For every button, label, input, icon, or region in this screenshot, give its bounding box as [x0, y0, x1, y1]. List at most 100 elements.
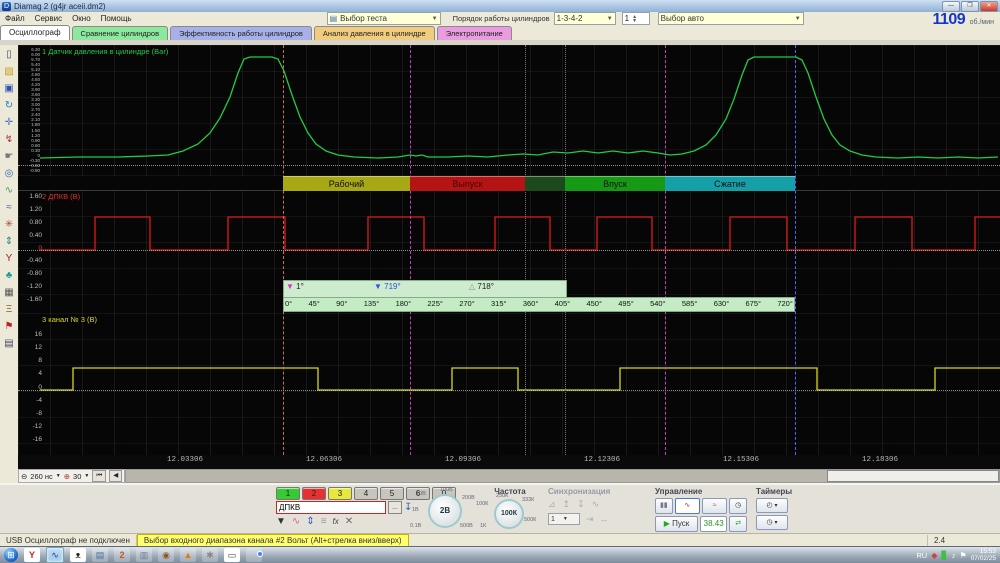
- chevron-down-icon[interactable]: ▼: [84, 473, 89, 479]
- trigger-fall-icon[interactable]: ↧: [577, 499, 585, 510]
- wave-tool-icon[interactable]: ∿: [292, 516, 300, 527]
- tab-oscilloscope[interactable]: Осциллограф: [0, 25, 70, 40]
- diamag-app-icon[interactable]: ∿: [46, 547, 64, 563]
- pause-button[interactable]: ▮▮: [655, 498, 673, 514]
- tray-shield-icon[interactable]: ◆: [931, 551, 937, 560]
- tab-cylinder-efficiency[interactable]: Эффективность работы цилиндров: [170, 26, 312, 40]
- refresh-icon[interactable]: ↻: [2, 98, 17, 113]
- alarm-clock-button[interactable]: ◷: [729, 498, 747, 514]
- channel-button[interactable]: 1: [276, 487, 300, 500]
- cursor-blue[interactable]: [795, 45, 796, 455]
- menu-file[interactable]: Файл: [0, 14, 30, 23]
- hand-pan-icon[interactable]: ☛: [2, 149, 17, 164]
- vlc-icon[interactable]: ▲: [180, 548, 196, 562]
- cursor-magenta-1[interactable]: [410, 45, 411, 455]
- curves-icon[interactable]: ↯: [2, 132, 17, 147]
- taskbar-clock[interactable]: 15:53 07/02/25: [971, 548, 996, 562]
- channel-button[interactable]: 2: [302, 487, 326, 500]
- sync-source-combo[interactable]: 1▼: [548, 513, 580, 525]
- tray-chart-icon[interactable]: ▊: [941, 551, 947, 560]
- auto-select-combo[interactable]: Выбор авто▼: [658, 12, 804, 25]
- diamag2-app-icon[interactable]: 2: [114, 548, 130, 562]
- go-first-button[interactable]: ⏮: [92, 470, 106, 482]
- save-icon[interactable]: ▣: [2, 81, 17, 96]
- oscilloscope-display[interactable]: 1 Датчик давления в цилиндре (Bar) 6.306…: [18, 45, 1000, 483]
- sine-mode-button[interactable]: ∿: [675, 498, 700, 514]
- marker-1deg[interactable]: ▼ 1°: [286, 282, 304, 291]
- cursor-orange[interactable]: [283, 45, 284, 455]
- channel-button[interactable]: 5: [380, 487, 404, 500]
- waveform-icon[interactable]: ∿: [2, 183, 17, 198]
- start-button[interactable]: ⊞: [4, 548, 18, 562]
- degree-marker-row[interactable]: ▼ 1° ▼ 719° △ 718°: [283, 280, 567, 298]
- timer1-button[interactable]: ◴ ▾: [756, 498, 788, 513]
- filter-icon[interactable]: Y: [2, 251, 17, 266]
- sync-shift-icon[interactable]: ⇥: [586, 514, 594, 525]
- cylinder-order-combo[interactable]: 1-3-4-2▼: [554, 12, 616, 25]
- minimize-button[interactable]: —: [942, 1, 960, 12]
- eye-app-icon[interactable]: ◉: [158, 548, 174, 562]
- trigger-edge-icon[interactable]: ⊿: [548, 499, 556, 510]
- move-icon[interactable]: ✛: [2, 115, 17, 130]
- split-view-icon[interactable]: ⇕: [2, 234, 17, 249]
- channel-button[interactable]: 3: [328, 487, 352, 500]
- step-back-button[interactable]: ◀: [109, 470, 122, 482]
- menu-window[interactable]: Окно: [67, 14, 96, 23]
- yandex-browser-icon[interactable]: Y: [24, 548, 40, 562]
- marker-718deg[interactable]: △ 718°: [469, 282, 494, 291]
- star-icon[interactable]: ✳: [2, 217, 17, 232]
- timebase-value[interactable]: 260 нс: [30, 472, 53, 481]
- file-manager-icon[interactable]: ▥: [136, 548, 152, 562]
- fx-tool-icon[interactable]: fx: [333, 517, 339, 526]
- probe-tool-icon[interactable]: ▼: [276, 516, 286, 527]
- channel-button[interactable]: 4: [354, 487, 378, 500]
- chrome-icon[interactable]: [246, 548, 262, 562]
- language-indicator[interactable]: RU: [916, 551, 927, 560]
- lines-tool-icon[interactable]: ≡: [321, 516, 327, 527]
- document-icon[interactable]: ▤: [2, 336, 17, 351]
- zoom-in-icon[interactable]: ⊕: [64, 472, 70, 481]
- updown-tool-icon[interactable]: ⇕: [306, 516, 314, 527]
- trigger-wave-icon[interactable]: ∿: [592, 499, 600, 510]
- chevron-down-icon[interactable]: ▼: [56, 473, 61, 479]
- pulse-mode-button[interactable]: ≈: [702, 498, 727, 514]
- tray-volume-icon[interactable]: ♪: [952, 551, 956, 560]
- table-icon[interactable]: ▦: [2, 285, 17, 300]
- tray-flag-icon[interactable]: ⚑: [960, 551, 967, 560]
- settings-gears-icon[interactable]: ✱: [202, 548, 218, 562]
- wrench-tool-icon[interactable]: ✕: [345, 516, 353, 527]
- tab-power-supply[interactable]: Электропитание: [437, 26, 512, 40]
- cursor-gray-1[interactable]: [525, 45, 526, 455]
- scrollbar-thumb[interactable]: [827, 470, 999, 482]
- zoom-out-icon[interactable]: ⊖: [21, 472, 27, 481]
- tab-cylinder-comparison[interactable]: Сравнение цилиндров: [72, 26, 169, 40]
- cylinder-number-stepper[interactable]: 1▲▼: [622, 12, 650, 25]
- open-folder-icon[interactable]: ▨: [2, 64, 17, 79]
- menu-help[interactable]: Помощь: [96, 14, 137, 23]
- voltage-range-dial[interactable]: 2В: [428, 494, 462, 528]
- flag-icon[interactable]: ⚑: [2, 319, 17, 334]
- overlay-waves-icon[interactable]: ≈: [2, 200, 17, 215]
- trigger-rise-icon[interactable]: ↥: [563, 499, 571, 510]
- zoom-icon[interactable]: ◎: [2, 166, 17, 181]
- close-button[interactable]: ✕: [980, 1, 998, 12]
- cursor-magenta-2[interactable]: [665, 45, 666, 455]
- probe-name-input[interactable]: [276, 501, 386, 514]
- maximize-button[interactable]: ❐: [961, 1, 979, 12]
- timer2-button[interactable]: ◷ ▾: [756, 515, 788, 530]
- tab-pressure-analysis[interactable]: Анализ давления в цилиндре: [314, 26, 435, 40]
- zoom-value[interactable]: 30: [73, 472, 81, 481]
- timeline-scrollbar[interactable]: [125, 469, 1000, 483]
- marker-719deg[interactable]: ▼ 719°: [374, 282, 401, 291]
- start-button[interactable]: ▶ Пуск: [655, 516, 698, 532]
- cursor-gray-2[interactable]: [565, 45, 566, 455]
- probe-more-button[interactable]: ...: [388, 501, 402, 514]
- new-file-icon[interactable]: ▯: [2, 47, 17, 62]
- swap-button[interactable]: ⇄: [729, 516, 747, 532]
- card-app-icon[interactable]: ▭: [224, 548, 240, 562]
- tree-icon[interactable]: ♣: [2, 268, 17, 283]
- menu-service[interactable]: Сервис: [30, 14, 67, 23]
- sync-span-icon[interactable]: ↔: [600, 514, 609, 524]
- notes-app-icon[interactable]: ▤: [92, 548, 108, 562]
- frequency-dial[interactable]: 100К: [494, 499, 524, 529]
